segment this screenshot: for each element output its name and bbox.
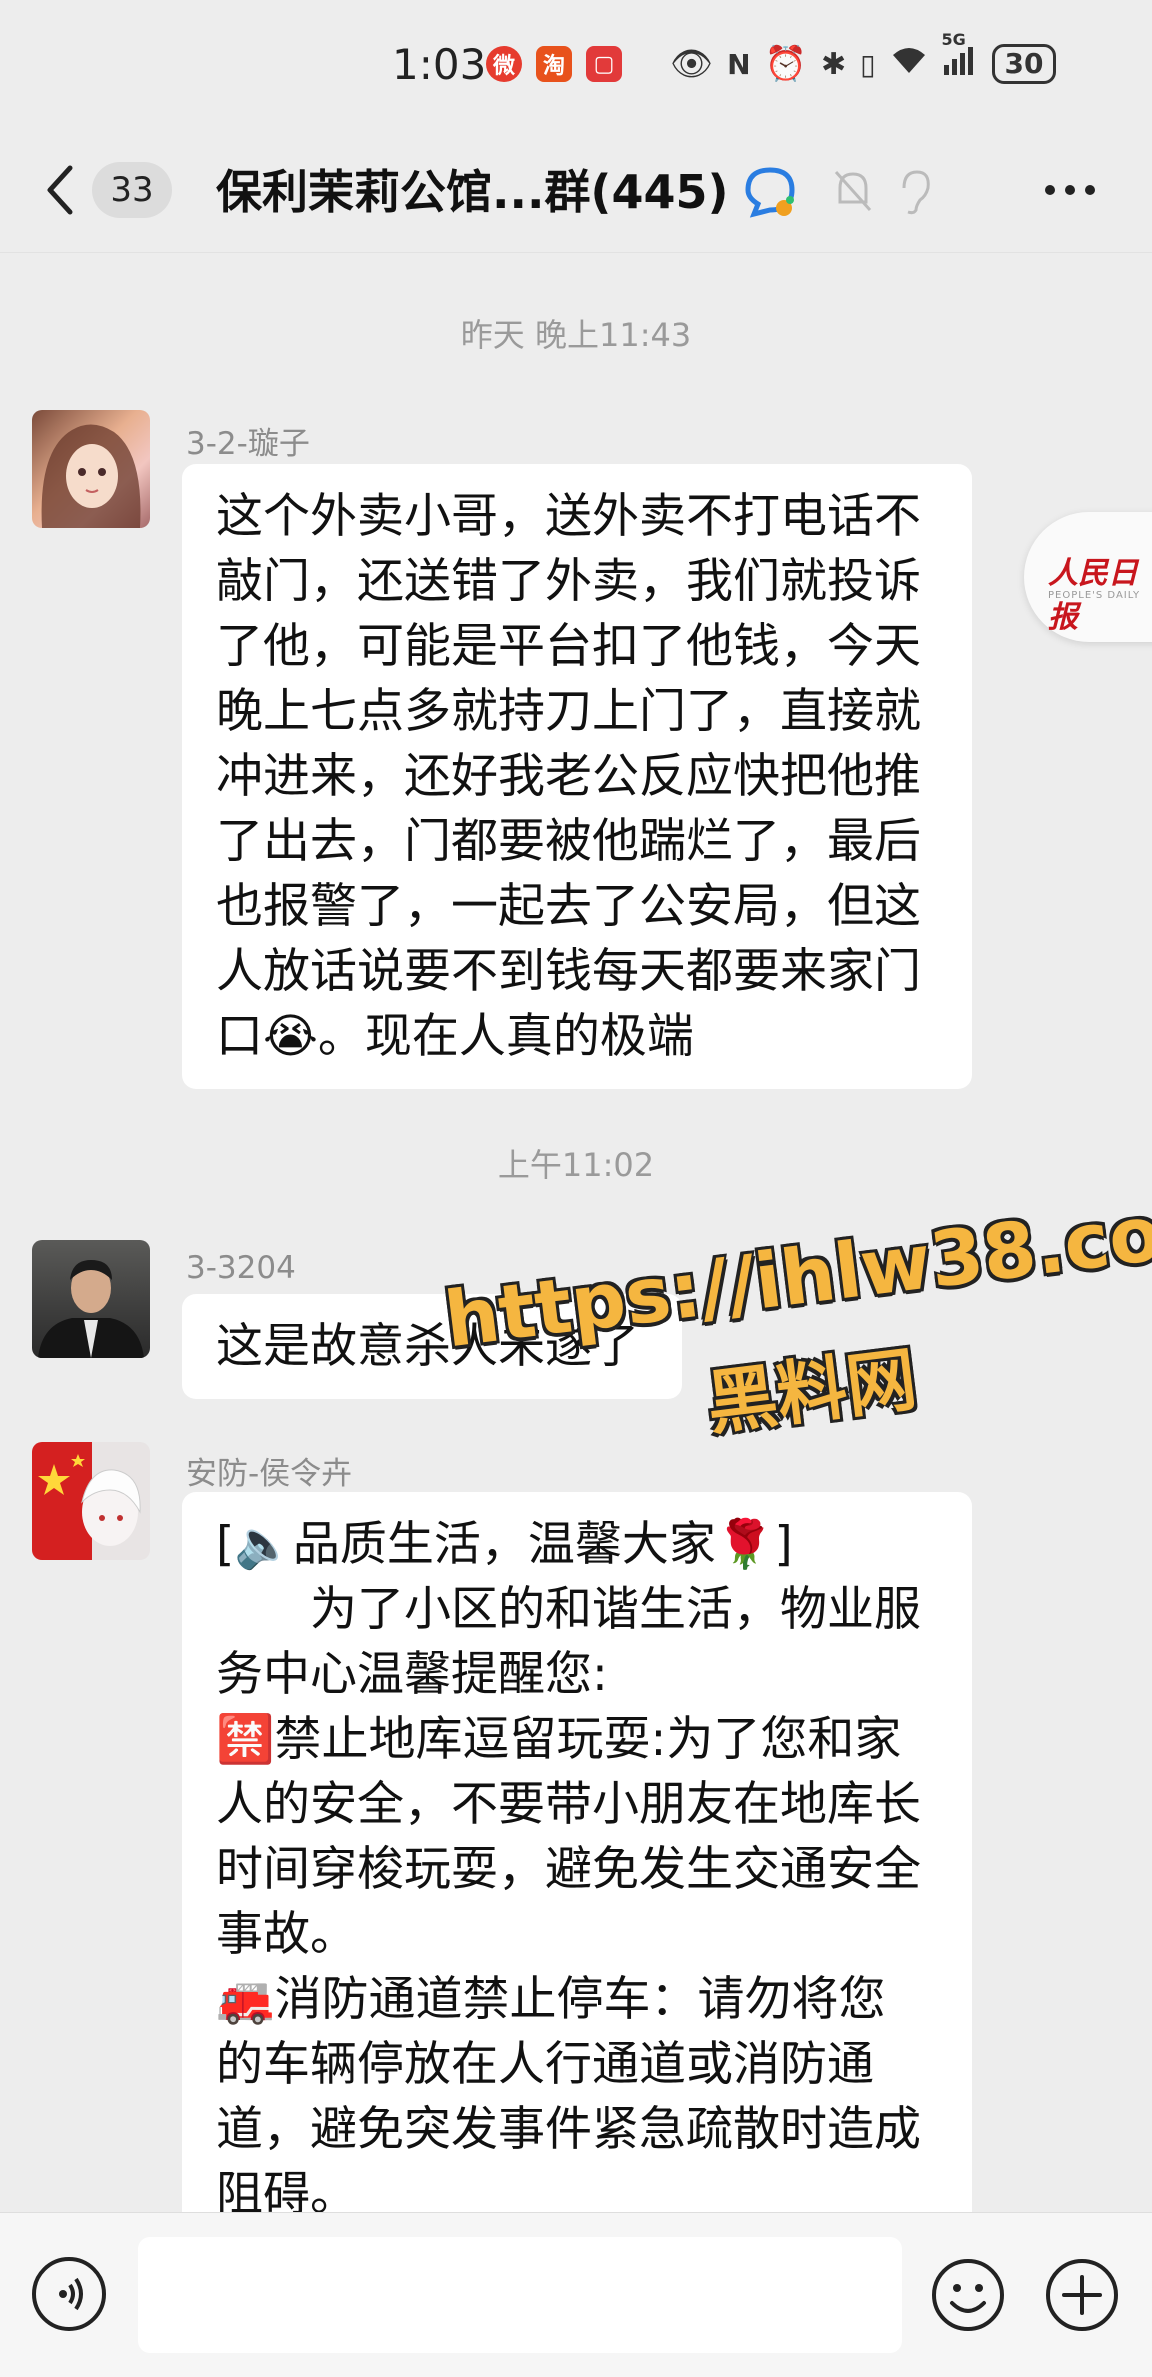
chat-title[interactable]: 保利茉莉公馆...群(445)	[216, 156, 729, 222]
logo-subtext: PEOPLE'S DAILY	[1048, 590, 1141, 601]
alarm-icon: ⏰	[764, 44, 807, 84]
bluetooth-icon: ✱	[820, 46, 847, 82]
watermark-text: 黑料网	[702, 1338, 922, 1446]
eye-icon: 👁	[670, 44, 714, 84]
taobao-icon: 淘	[536, 46, 572, 82]
message-line: 为了小区的和谐生活，物业服	[216, 1582, 921, 1637]
message-line: 道，避免突发事件紧急疏散时造成	[216, 2102, 921, 2157]
sender-name: 3-3204	[186, 1250, 296, 1286]
timestamp: 昨天 晚上11:43	[460, 316, 692, 354]
avatar[interactable]	[32, 1442, 150, 1560]
message-line: 人的安全，不要带小朋友在地库长	[216, 1777, 921, 1832]
sender-name: 3-2-璇子	[186, 426, 310, 462]
back-arrow-icon[interactable]	[40, 160, 80, 220]
add-more-button-icon[interactable]	[1044, 2257, 1120, 2333]
battery-indicator: 30	[991, 44, 1057, 84]
message-line: [🔈品质生活，温馨大家🌹]	[216, 1517, 793, 1572]
mute-bell-icon	[834, 170, 872, 212]
message-line: 🈲禁止地库逗留玩耍:为了您和家	[216, 1712, 902, 1767]
weibo-icon: 微	[486, 46, 522, 82]
sender-name: 安防-侯令卉	[186, 1456, 353, 1492]
message-line: 也报警了，一起去了公安局，但这	[216, 879, 921, 934]
message-input[interactable]	[138, 2237, 902, 2353]
message-line: 敲门，还送错了外卖，我们就投诉	[216, 554, 921, 609]
vibrate-icon: ▯	[860, 47, 876, 81]
unread-count-badge[interactable]: 33	[92, 162, 172, 218]
wifi-icon	[890, 44, 928, 84]
message-bubble[interactable]: [🔈品质生活，温馨大家🌹] 为了小区的和谐生活，物业服 务中心温馨提醒您: 🈲禁…	[182, 1492, 972, 2222]
message-line: 事故。	[216, 1907, 357, 1962]
nfc-icon: N	[727, 47, 751, 81]
avatar[interactable]	[32, 1240, 150, 1358]
status-time: 1:03	[392, 40, 487, 89]
message-line: 务中心温馨提醒您:	[216, 1647, 608, 1702]
message-line: 时间穿梭玩耍，避免发生交通安全	[216, 1842, 921, 1897]
voice-icon	[59, 2277, 83, 2311]
peoples-daily-logo[interactable]: 人民日报 PEOPLE'S DAILY	[1024, 512, 1152, 642]
watermark: https://ihlw38.com 黑料网	[440, 1179, 1152, 1495]
message-line: 人放话说要不到钱每天都要来家门	[216, 944, 921, 999]
voice-input-button[interactable]	[32, 2257, 106, 2331]
message-line: 口😭。现在人真的极端	[216, 1009, 694, 1064]
ear-icon	[902, 170, 930, 215]
message-bubble[interactable]: 这个外卖小哥，送外卖不打电话不 敲门，还送错了外卖，我们就投诉 了他，可能是平台…	[182, 464, 972, 1089]
timestamp: 上午11:02	[497, 1146, 655, 1184]
status-bar: 1:03 微 淘 ▢ 👁 N ⏰ ✱ ▯ 5G 30	[0, 0, 1152, 130]
input-bar	[0, 2212, 1152, 2377]
signal-icon: 5G	[942, 30, 978, 84]
message-line: 了他，可能是平台扣了他钱，今天	[216, 619, 921, 674]
emoji-button-icon[interactable]	[930, 2257, 1006, 2333]
enterprise-group-icon	[745, 167, 795, 218]
more-options-icon[interactable]	[1040, 170, 1100, 210]
message-line: 了出去，门都要被他踹烂了，最后	[216, 814, 921, 869]
avatar[interactable]	[32, 410, 150, 528]
chat-header: 33 保利茉莉公馆...群(445)	[0, 130, 1152, 253]
app-icon: ▢	[586, 46, 622, 82]
status-icons: 微 淘 ▢ 👁 N ⏰ ✱ ▯ 5G 30	[486, 30, 1057, 84]
message-line: 这个外卖小哥，送外卖不打电话不	[216, 489, 921, 544]
message-line: 的车辆停放在人行通道或消防通	[216, 2037, 874, 2092]
message-line: 🚒消防通道禁止停车：请勿将您	[216, 1972, 886, 2027]
message-line: 晚上七点多就持刀上门了，直接就	[216, 684, 921, 739]
message-line: 冲进来，还好我老公反应快把他推	[216, 749, 921, 804]
